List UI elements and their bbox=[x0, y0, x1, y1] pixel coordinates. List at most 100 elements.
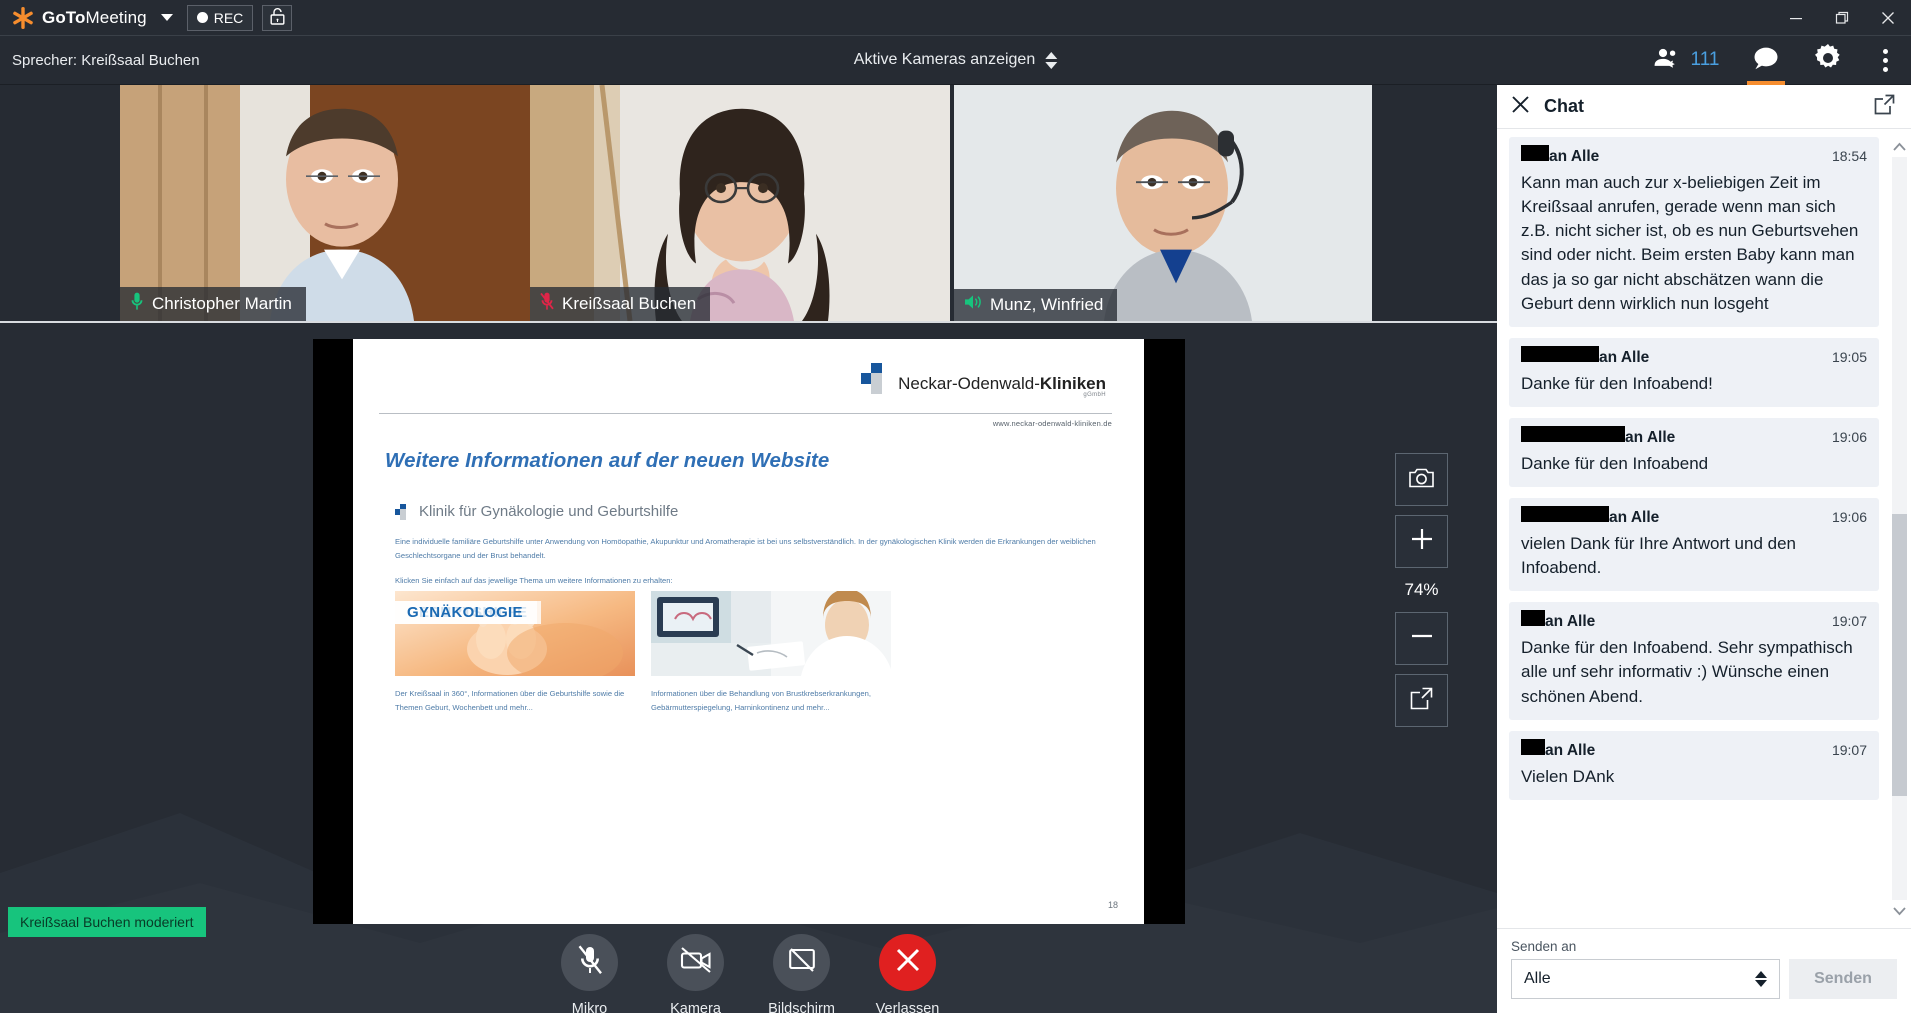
camera-tile[interactable]: Christopher Martin bbox=[120, 85, 530, 321]
clinic-logo-mark-icon bbox=[861, 363, 891, 394]
camera-control[interactable]: Kamera bbox=[657, 934, 735, 1013]
card-caption: Informationen über die Behandlung von Br… bbox=[651, 689, 871, 713]
recipient-select[interactable]: Alle bbox=[1511, 959, 1780, 999]
slide-body-text: Eine individuelle familiäre Geburtshilfe… bbox=[395, 535, 1104, 588]
mic-off-icon bbox=[577, 945, 603, 980]
chat-message-text: Danke für den Infoabend bbox=[1521, 453, 1709, 473]
clinic-logo-name: Neckar-Odenwald- bbox=[898, 374, 1040, 394]
scroll-down-arrow-icon[interactable] bbox=[1893, 902, 1906, 920]
close-window-button[interactable] bbox=[1865, 0, 1911, 36]
snapshot-button[interactable] bbox=[1395, 453, 1448, 506]
chevron-down-icon[interactable] bbox=[160, 14, 173, 21]
chat-scrollbar[interactable] bbox=[1892, 137, 1907, 920]
card-caption: Der Kreißsaal in 360°, Informationen übe… bbox=[395, 689, 625, 713]
screen-zoom-toolbar: 74% bbox=[1395, 453, 1448, 727]
show-active-cameras-button[interactable]: Aktive Kameras anzeigen bbox=[854, 51, 1058, 69]
leave-meeting-circle bbox=[879, 934, 936, 991]
brand-bold: GoTo bbox=[42, 7, 86, 27]
camera-name-chip: Munz, Winfried bbox=[954, 289, 1118, 321]
slide-card[interactable]: GYNÄKOLOGIE Informationen über die Behan… bbox=[395, 591, 891, 716]
popout-icon bbox=[1874, 94, 1895, 114]
chat-message-header: an Alle 19:07 bbox=[1521, 738, 1867, 760]
moderator-banner: Kreißsaal Buchen moderiert bbox=[8, 907, 206, 937]
chat-message-sender: an Alle bbox=[1545, 613, 1596, 631]
scroll-up-arrow-icon[interactable] bbox=[1893, 137, 1906, 155]
lock-meeting-button[interactable] bbox=[262, 4, 293, 31]
redacted-name bbox=[1521, 506, 1609, 522]
more-vertical-icon bbox=[1882, 48, 1888, 72]
camera-tile[interactable]: Munz, Winfried bbox=[954, 85, 1372, 321]
mic-on-icon bbox=[130, 292, 144, 315]
zoom-in-button[interactable] bbox=[1395, 515, 1448, 568]
chat-bubble-icon bbox=[1751, 45, 1781, 76]
mic-control[interactable]: Mikro bbox=[551, 934, 629, 1013]
leave-meeting-control[interactable]: Verlassen bbox=[869, 934, 947, 1013]
zoom-out-button[interactable] bbox=[1395, 612, 1448, 665]
recipient-value: Alle bbox=[1524, 970, 1551, 987]
chat-message-sender: an Alle bbox=[1599, 348, 1650, 366]
gear-icon bbox=[1814, 43, 1842, 77]
zoom-level-label: 74% bbox=[1404, 580, 1439, 599]
more-options-button[interactable] bbox=[1859, 36, 1911, 85]
participants-count: 111 bbox=[1690, 49, 1720, 70]
record-button[interactable]: REC bbox=[186, 4, 254, 31]
speaker-on-icon bbox=[964, 294, 982, 315]
brand-menu[interactable]: GoToMeeting bbox=[12, 6, 173, 29]
presentation-slide[interactable]: Neckar-Odenwald-Kliniken gGmbH www.neckar… bbox=[353, 339, 1144, 924]
record-dot-icon bbox=[196, 12, 208, 23]
gotomeeting-logo-icon bbox=[12, 6, 34, 29]
record-label: REC bbox=[213, 9, 244, 26]
slide-page-number: 18 bbox=[1107, 900, 1118, 910]
slide-paragraph-1: Eine individuelle familiäre Geburtshilfe… bbox=[395, 537, 1096, 561]
camera-icon bbox=[1409, 467, 1434, 493]
restore-icon bbox=[1835, 11, 1849, 24]
camera-control-label: Kamera bbox=[670, 1001, 721, 1013]
screen-share-control[interactable]: Bildschirm bbox=[763, 934, 841, 1013]
camera-name-label: Munz, Winfried bbox=[990, 294, 1104, 314]
chat-popout-button[interactable] bbox=[1874, 94, 1895, 120]
brand-label: GoToMeeting bbox=[42, 8, 147, 28]
chat-message-text: vielen Dank für Ihre Antwort und den Inf… bbox=[1521, 534, 1796, 578]
slide-frame: Neckar-Odenwald-Kliniken gGmbH www.neckar… bbox=[312, 339, 1185, 924]
chat-message-text: Vielen DAnk bbox=[1521, 766, 1615, 786]
chat-message-header: an Alle 19:07 bbox=[1521, 610, 1867, 631]
chat-message-list[interactable]: an Alle 18:54 Kann man auch zur x-belieb… bbox=[1497, 129, 1911, 928]
participants-button[interactable]: 111 bbox=[1637, 36, 1735, 85]
chat-message-time: 19:07 bbox=[1831, 613, 1867, 630]
card-image-gynaekologie bbox=[651, 591, 891, 676]
camera-name-label: Kreißsaal Buchen bbox=[562, 293, 697, 313]
chat-message: an Alle 18:54 Kann man auch zur x-belieb… bbox=[1509, 137, 1879, 327]
settings-button[interactable] bbox=[1797, 36, 1859, 85]
popout-screen-button[interactable] bbox=[1395, 674, 1448, 727]
mic-control-label: Mikro bbox=[571, 1001, 608, 1013]
mic-muted-icon bbox=[540, 292, 554, 315]
send-button[interactable]: Senden bbox=[1789, 959, 1897, 999]
chat-message-time: 19:05 bbox=[1831, 348, 1867, 365]
chat-message-time: 19:07 bbox=[1831, 741, 1867, 758]
clinic-logo-bold: Kliniken bbox=[1039, 374, 1106, 394]
slide-cards: GEBURTSHILFE Der Kreißsaal in 360°, Info… bbox=[395, 591, 891, 716]
camera-name-chip: Christopher Martin bbox=[120, 287, 306, 321]
chat-scroll-thumb[interactable] bbox=[1892, 513, 1907, 796]
close-x-icon bbox=[895, 947, 921, 978]
camera-tile[interactable]: Kreißsaal Buchen bbox=[530, 85, 950, 321]
chat-message-sender: an Alle bbox=[1549, 148, 1600, 165]
chat-message-sender: an Alle bbox=[1625, 428, 1676, 446]
camera-strip: Christopher Martin Kreißsaal Buchen Munz… bbox=[0, 85, 1497, 323]
close-icon bbox=[1882, 11, 1894, 24]
chat-close-button[interactable] bbox=[1511, 95, 1530, 119]
redacted-name bbox=[1521, 345, 1599, 362]
chat-message-text: Danke für den Infoabend. Sehr sympathisc… bbox=[1521, 638, 1853, 706]
slide-divider bbox=[379, 413, 1112, 414]
chat-toggle-button[interactable] bbox=[1735, 36, 1797, 85]
chat-message: an Alle 19:05 Danke für den Infoabend! bbox=[1509, 337, 1879, 407]
minimize-button[interactable] bbox=[1773, 0, 1819, 36]
slide-title: Weitere Informationen auf der neuen Webs… bbox=[385, 449, 830, 472]
redacted-name bbox=[1521, 145, 1549, 161]
chat-scroll-track[interactable] bbox=[1892, 157, 1907, 900]
chat-message: an Alle 19:06 Danke für den Infoabend bbox=[1509, 417, 1879, 487]
chat-message-header: an Alle 19:06 bbox=[1521, 425, 1867, 447]
slide-paragraph-2: Klicken Sie einfach auf das jewellige Th… bbox=[395, 576, 673, 586]
popout-icon bbox=[1410, 687, 1433, 715]
restore-button[interactable] bbox=[1819, 0, 1865, 36]
